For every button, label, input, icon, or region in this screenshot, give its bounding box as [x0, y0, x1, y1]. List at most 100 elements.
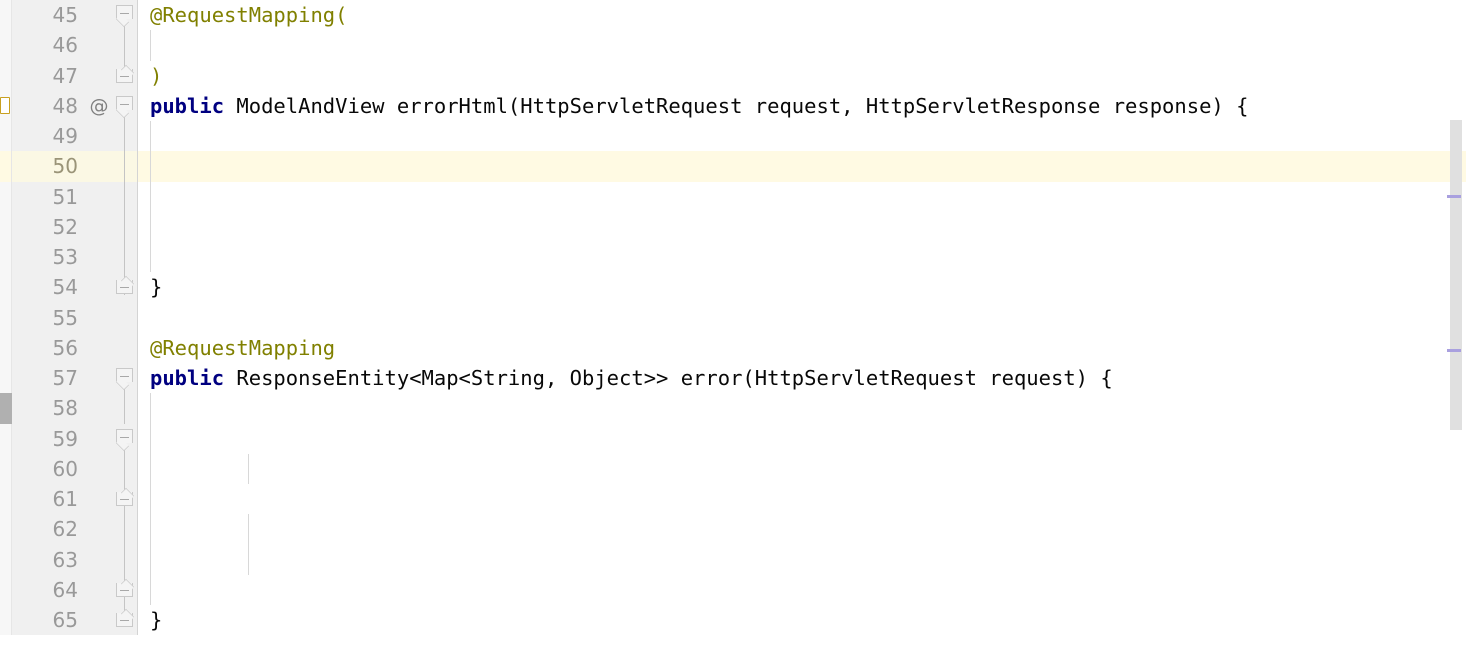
code-text-47[interactable]: ) [138, 61, 1466, 91]
line-number-64[interactable]: 64 [12, 574, 86, 605]
code-text-53[interactable]: return modelAndView != null ? modelAndVi… [138, 242, 1466, 273]
fold-marker-expanded-icon[interactable] [116, 428, 133, 443]
editor-line-58[interactable]: 58 HttpStatus status = this.getStatus(re… [0, 393, 1466, 424]
code-text-50[interactable]: Map<String, Object> model = Collections.… [138, 151, 1466, 182]
fold-marker-expanded-icon[interactable] [116, 5, 133, 19]
code-editor[interactable]: 45 @RequestMapping( 46 produces = {"text… [0, 0, 1466, 664]
line-number-47[interactable]: 47 [12, 60, 86, 91]
fold-column-58[interactable] [112, 393, 138, 424]
line-number-51[interactable]: 51 [12, 181, 86, 212]
bookmark-icon[interactable] [0, 96, 10, 114]
line-number-63[interactable]: 63 [12, 544, 86, 575]
code-text-63[interactable]: return new ResponseEntity(body, status); [138, 544, 1466, 575]
fold-column-54[interactable] [112, 272, 138, 303]
line-number-49[interactable]: 49 [12, 121, 86, 152]
line-number-61[interactable]: 61 [12, 484, 86, 515]
editor-line-63[interactable]: 63 return new ResponseEntity(body, statu… [0, 544, 1466, 575]
code-text-64[interactable]: } [138, 574, 1466, 605]
scrollbar-occurrence-marker-2[interactable] [1447, 349, 1461, 352]
fold-column-50[interactable] [112, 151, 138, 182]
line-number-58[interactable]: 58 [12, 393, 86, 424]
line-number-52[interactable]: 52 [12, 211, 86, 242]
editor-line-62[interactable]: 62 Map<String, Object> body = this.getEr… [0, 514, 1466, 545]
editor-scrollbar-track[interactable] [1450, 120, 1462, 430]
code-text-55[interactable] [138, 303, 1466, 333]
editor-line-45[interactable]: 45 @RequestMapping( [0, 0, 1466, 31]
code-text-46[interactable]: produces = {"text/html"} [138, 30, 1466, 61]
line-number-46[interactable]: 46 [12, 30, 86, 61]
code-text-65[interactable]: } [138, 605, 1466, 635]
editor-line-65[interactable]: 65 } [0, 605, 1466, 636]
fold-column-62[interactable] [112, 514, 138, 545]
line-number-65[interactable]: 65 [12, 605, 86, 636]
fold-marker-expanded-icon[interactable] [116, 95, 133, 110]
editor-line-56[interactable]: 56 @RequestMapping [0, 332, 1466, 363]
editor-line-61[interactable]: 61 } else { [0, 484, 1466, 515]
scrollbar-occurrence-marker-1[interactable] [1447, 195, 1461, 198]
editor-line-57[interactable]: 57 public ResponseEntity<Map<String, Obj… [0, 363, 1466, 394]
code-text-48[interactable]: public ModelAndView errorHtml(HttpServle… [138, 91, 1466, 121]
code-text-59[interactable]: if (status == HttpStatus.NO_CONTENT) { [138, 423, 1466, 454]
code-text-52[interactable]: ModelAndView modelAndView = this.resolve… [138, 211, 1466, 242]
code-text-57[interactable]: public ResponseEntity<Map<String, Object… [138, 363, 1466, 393]
fold-column-59[interactable] [112, 423, 138, 454]
fold-marker-end-icon[interactable] [116, 68, 133, 83]
line-number-50[interactable]: 50 [12, 151, 86, 182]
fold-marker-end-icon[interactable] [116, 492, 133, 506]
editor-line-53[interactable]: 53 return modelAndView != null ? modelAn… [0, 242, 1466, 273]
line-number-60[interactable]: 60 [12, 453, 86, 484]
fold-column-51[interactable] [112, 181, 138, 212]
fold-column-55[interactable] [112, 302, 138, 333]
fold-column-60[interactable] [112, 453, 138, 484]
code-text-54[interactable]: } [138, 272, 1466, 302]
editor-line-64[interactable]: 64 } [0, 574, 1466, 605]
fold-column-48[interactable] [112, 90, 138, 121]
line-number-55[interactable]: 55 [12, 302, 86, 333]
fold-column-53[interactable] [112, 242, 138, 273]
fold-marker-end-icon[interactable] [116, 280, 133, 295]
line-number-45[interactable]: 45 [12, 0, 86, 31]
editor-line-46[interactable]: 46 produces = {"text/html"} [0, 30, 1466, 61]
editor-line-60[interactable]: 60 return new ResponseEntity(status); [0, 453, 1466, 484]
line-number-53[interactable]: 53 [12, 242, 86, 273]
fold-marker-end-icon[interactable] [116, 613, 133, 627]
line-number-48[interactable]: 48 [12, 90, 86, 121]
line-number-62[interactable]: 62 [12, 514, 86, 545]
code-text-56[interactable]: @RequestMapping [138, 333, 1466, 363]
editor-line-47[interactable]: 47 ) [0, 60, 1466, 91]
override-annotation-icon[interactable]: @ [88, 91, 110, 121]
code-text-49[interactable]: HttpStatus status = this.getStatus(reque… [138, 121, 1466, 152]
fold-column-45[interactable] [112, 0, 138, 31]
code-text-60[interactable]: return new ResponseEntity(status); [138, 453, 1466, 484]
line-number-54[interactable]: 54 [12, 272, 86, 303]
editor-line-49[interactable]: 49 HttpStatus status = this.getStatus(re… [0, 121, 1466, 152]
line-number-56[interactable]: 56 [12, 332, 86, 363]
fold-column-65[interactable] [112, 605, 138, 636]
vcs-change-marker[interactable] [0, 393, 12, 424]
fold-column-63[interactable] [112, 544, 138, 575]
fold-column-49[interactable] [112, 121, 138, 152]
editor-line-51[interactable]: 51 response.setStatus(status.value()); [0, 181, 1466, 212]
fold-column-56[interactable] [112, 332, 138, 363]
fold-marker-expanded-icon[interactable] [116, 368, 133, 382]
fold-column-47[interactable] [112, 60, 138, 91]
editor-line-59[interactable]: 59 if (status == HttpStatus.NO_CONTENT) … [0, 423, 1466, 454]
code-text-61[interactable]: } else { [138, 484, 1466, 515]
fold-marker-end-icon[interactable] [116, 582, 133, 597]
fold-column-46[interactable] [112, 30, 138, 61]
editor-line-50[interactable]: 50 Map<String, Object> model = Collectio… [0, 151, 1466, 182]
code-text-45[interactable]: @RequestMapping( [138, 0, 1466, 30]
code-text-62[interactable]: Map<String, Object> body = this.getError… [138, 514, 1466, 545]
line-number-59[interactable]: 59 [12, 423, 86, 454]
editor-line-52[interactable]: 52 ModelAndView modelAndView = this.reso… [0, 211, 1466, 242]
code-text-58[interactable]: HttpStatus status = this.getStatus(reque… [138, 393, 1466, 424]
editor-line-48[interactable]: 48 @ public ModelAndView errorHtml(HttpS… [0, 90, 1466, 121]
fold-column-57[interactable] [112, 363, 138, 394]
fold-column-61[interactable] [112, 484, 138, 515]
code-text-51[interactable]: response.setStatus(status.value()); [138, 181, 1466, 212]
line-number-57[interactable]: 57 [12, 363, 86, 394]
editor-line-55[interactable]: 55 [0, 302, 1466, 333]
fold-column-52[interactable] [112, 211, 138, 242]
fold-column-64[interactable] [112, 574, 138, 605]
editor-line-54[interactable]: 54 } [0, 272, 1466, 303]
